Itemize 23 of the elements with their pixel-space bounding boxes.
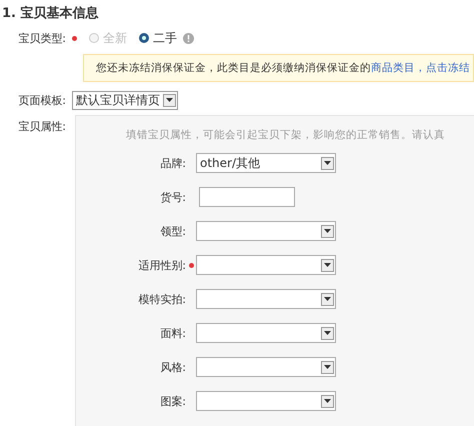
field-label: 货号: [159, 190, 186, 204]
radio-label: 二手 [153, 30, 177, 46]
field-label: 页面模板: [17, 92, 66, 108]
field-label: 领型: [159, 224, 186, 238]
field-label: 宝贝类型: [17, 30, 66, 46]
field-label: 模特实拍: [137, 292, 186, 306]
field-label: 风格: [159, 360, 186, 374]
freeze-link[interactable]: ，点击冻结 [415, 61, 470, 75]
category-link[interactable]: 商品类目 [371, 61, 415, 75]
dropdown[interactable]: other/其他 [196, 153, 336, 173]
template-dropdown[interactable]: 默认宝贝详情页 [72, 90, 178, 110]
field-label: 适用性别: [137, 258, 186, 272]
radio-button[interactable] [139, 33, 149, 43]
hint-text: 填错宝贝属性，可能会引起宝贝下架，影响您的正常销售。请认真 [125, 128, 446, 143]
field-label: 宝贝属性: [17, 119, 66, 134]
field-label: 面料: [159, 326, 186, 340]
notice-text: 您还未冻结消保保证金，此类目是必须缴纳消保保证金的 [96, 61, 371, 75]
radio-label: 全新 [103, 30, 127, 46]
section-title: 1. 宝贝基本信息 [1, 4, 100, 23]
field-label: 品牌: [159, 156, 186, 170]
input-field[interactable] [199, 187, 295, 207]
required-mark [188, 262, 194, 268]
field-label: 图案: [159, 394, 186, 408]
